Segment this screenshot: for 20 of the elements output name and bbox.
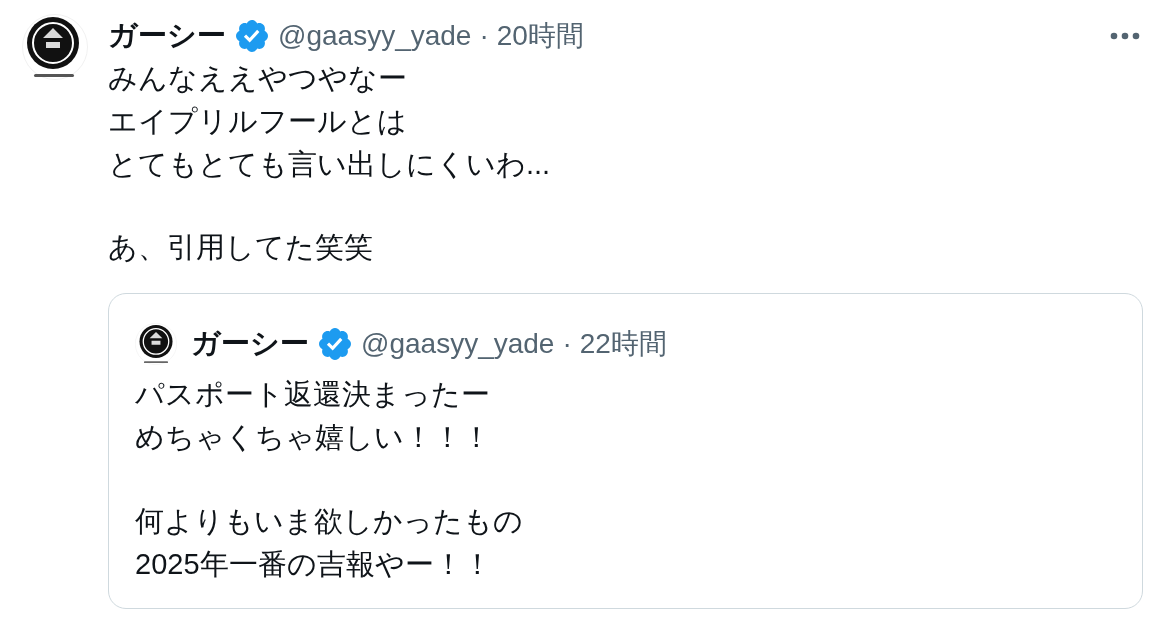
tweet-text: みんなええやつやなー	[108, 61, 407, 96]
author-name[interactable]: ガーシー	[108, 14, 226, 57]
tweet-text: 何よりもいま欲しかったもの	[135, 504, 523, 539]
avatar-icon[interactable]	[135, 322, 177, 365]
separator-dot: ·	[562, 327, 572, 361]
separator-dot: ·	[479, 19, 489, 53]
post-time[interactable]: 22時間	[579, 322, 667, 365]
tweet-text: とてもとても言い出しにくいわ...	[108, 147, 551, 182]
tweet-text: パスポート返還決まったー	[135, 377, 490, 412]
tweet-text: あ、引用してた笑笑	[108, 230, 373, 265]
author-handle[interactable]: @gaasyy_yade	[361, 322, 555, 365]
quoted-tweet-card[interactable]: ガーシー @gaasyy_yade · 22時間 パスポート返還決まったー めちゃくちゃ嬉しい！！！ 何よりもいま欲しかったもの 2025年一番の吉報やー！！	[108, 293, 1143, 609]
tweet-text: エイプリルフールとは	[108, 104, 407, 139]
avatar-icon[interactable]	[22, 14, 88, 80]
tweet-text: めちゃくちゃ嬉しい！！！	[135, 420, 491, 455]
more-icon[interactable]	[1110, 31, 1140, 40]
author-handle[interactable]: @gaasyy_yade	[278, 14, 472, 57]
tweet-text: 2025年一番の吉報やー！！	[135, 547, 492, 582]
author-name[interactable]: ガーシー	[191, 322, 309, 365]
post-time[interactable]: 20時間	[496, 14, 584, 57]
